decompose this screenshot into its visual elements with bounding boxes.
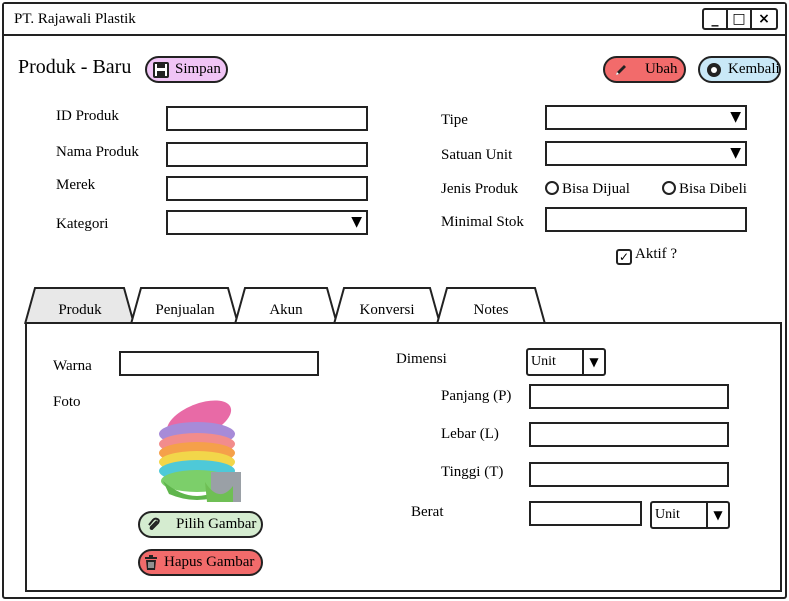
- dropdown-arrow-icon: ▼: [582, 350, 604, 374]
- radio-bisa-dibeli[interactable]: Bisa Dibeli: [662, 181, 747, 198]
- page-title: Produk - Baru: [18, 56, 132, 78]
- pencil-icon: [613, 62, 629, 78]
- tinggi-input[interactable]: [529, 462, 729, 487]
- window-controls: _ □ ×: [702, 8, 778, 30]
- delete-image-button[interactable]: Hapus Gambar: [138, 549, 263, 576]
- tab-penjualan[interactable]: Penjualan: [141, 302, 229, 319]
- nama-produk-input[interactable]: [166, 142, 368, 167]
- jenis-produk-label: Jenis Produk: [441, 181, 519, 197]
- dimension-unit-value: Unit: [531, 354, 556, 369]
- aktif-checkbox[interactable]: ✓ Aktif ?: [616, 246, 677, 265]
- id-produk-label: ID Produk: [56, 108, 119, 124]
- radio-bisa-dibeli-label: Bisa Dibeli: [679, 181, 747, 197]
- merek-label: Merek: [56, 177, 96, 193]
- maximize-button[interactable]: □: [728, 10, 752, 28]
- lebar-input[interactable]: [529, 422, 729, 447]
- pick-image-button[interactable]: Pilih Gambar: [138, 511, 263, 538]
- tipe-label: Tipe: [441, 112, 468, 128]
- tab-akun[interactable]: Akun: [245, 302, 327, 319]
- dropdown-arrow-icon: ▼: [730, 145, 741, 161]
- pick-image-label: Pilih Gambar: [176, 516, 257, 532]
- satuan-unit-select[interactable]: ▼: [545, 141, 747, 166]
- edit-button-label: Ubah: [645, 61, 678, 77]
- warna-input[interactable]: [119, 351, 319, 376]
- dropdown-arrow-icon: ▼: [351, 214, 362, 230]
- id-produk-input[interactable]: [166, 106, 368, 131]
- checkmark-icon: ✓: [616, 249, 632, 265]
- dropdown-arrow-icon: ▼: [706, 503, 728, 527]
- panjang-input[interactable]: [529, 384, 729, 409]
- satuan-unit-label: Satuan Unit: [441, 147, 513, 163]
- aktif-label: Aktif ?: [635, 246, 678, 262]
- merek-input[interactable]: [166, 176, 368, 201]
- weight-unit-value: Unit: [655, 507, 680, 522]
- edit-button[interactable]: Ubah: [603, 56, 686, 83]
- kategori-label: Kategori: [56, 216, 109, 232]
- kategori-select[interactable]: ▼: [166, 210, 368, 235]
- dimensi-label: Dimensi: [396, 351, 447, 367]
- dimension-unit-select[interactable]: Unit ▼: [526, 348, 606, 376]
- minimal-stok-input[interactable]: [545, 207, 747, 232]
- app-window: PT. Rajawali Plastik _ □ × Produk - Baru…: [2, 2, 787, 599]
- close-button[interactable]: ×: [752, 10, 776, 28]
- tab-notes[interactable]: Notes: [447, 302, 535, 319]
- tab-panel-produk: Warna Foto Pilih Gambar Hapus Gambar Dim…: [25, 322, 782, 592]
- panjang-label: Panjang (P): [441, 388, 512, 404]
- save-button-label: Simpan: [175, 61, 221, 77]
- weight-unit-select[interactable]: Unit ▼: [650, 501, 730, 529]
- window-title: PT. Rajawali Plastik: [14, 11, 136, 27]
- tipe-select[interactable]: ▼: [545, 105, 747, 130]
- dropdown-arrow-icon: ▼: [730, 109, 741, 125]
- tab-konversi[interactable]: Konversi: [344, 302, 430, 319]
- nama-produk-label: Nama Produk: [56, 144, 139, 160]
- berat-input[interactable]: [529, 501, 642, 526]
- foto-label: Foto: [53, 394, 81, 410]
- title-bar: PT. Rajawali Plastik _ □ ×: [4, 4, 785, 36]
- trash-icon: [144, 554, 158, 571]
- minimize-button[interactable]: _: [704, 10, 728, 28]
- radio-bisa-dijual[interactable]: Bisa Dijual: [545, 181, 630, 198]
- back-button-label: Kembali: [728, 61, 780, 77]
- floppy-disk-icon: [153, 61, 169, 78]
- radio-circle-icon: [662, 181, 676, 195]
- product-photo: [155, 386, 241, 502]
- radio-circle-icon: [545, 181, 559, 195]
- save-button[interactable]: Simpan: [145, 56, 228, 83]
- back-button[interactable]: Kembali: [698, 56, 781, 83]
- back-circle-icon: [706, 62, 722, 78]
- berat-label: Berat: [411, 504, 444, 520]
- radio-bisa-dijual-label: Bisa Dijual: [562, 181, 630, 197]
- warna-label: Warna: [53, 358, 92, 374]
- delete-image-label: Hapus Gambar: [164, 554, 255, 570]
- paperclip-icon: [146, 517, 162, 533]
- tinggi-label: Tinggi (T): [441, 464, 504, 480]
- lebar-label: Lebar (L): [441, 426, 499, 442]
- minimal-stok-label: Minimal Stok: [441, 214, 524, 230]
- tab-produk[interactable]: Produk: [36, 302, 124, 319]
